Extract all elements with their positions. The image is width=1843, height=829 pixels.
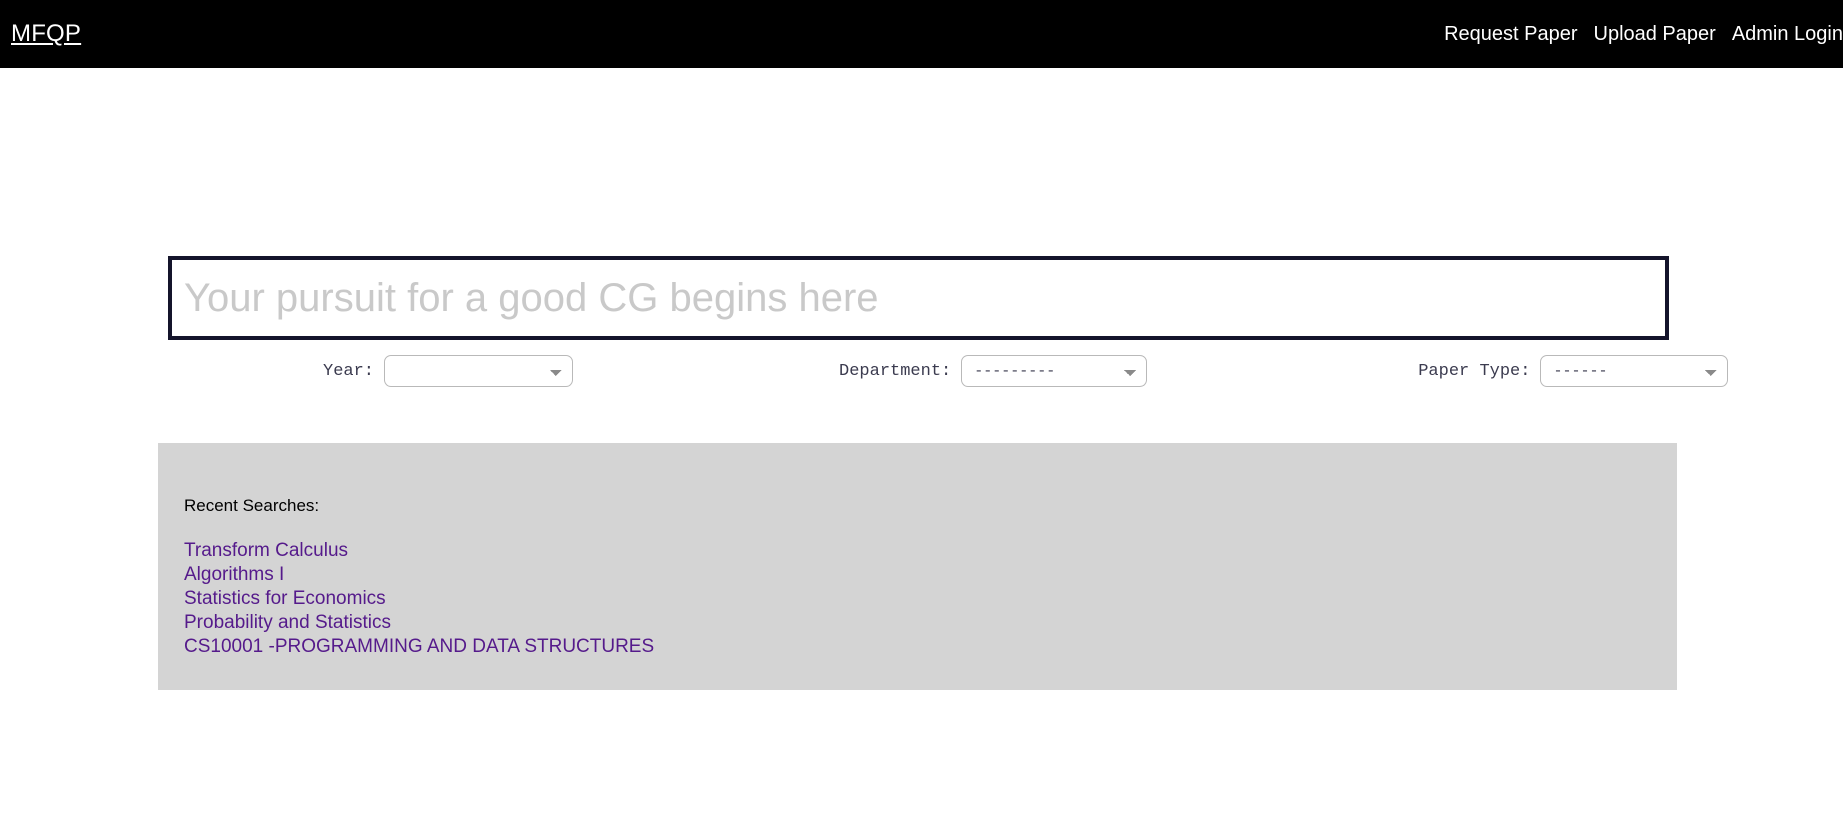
filter-group-paper-type: Paper Type: ------ (1418, 355, 1729, 387)
paper-type-label: Paper Type: (1418, 361, 1531, 381)
filter-row: Year: Department: --------- Paper Type: … (168, 352, 1729, 390)
brand-logo-mfqp[interactable]: MFQP (0, 22, 81, 46)
department-select[interactable]: --------- (961, 355, 1148, 387)
filter-group-department: Department: --------- (839, 355, 1148, 387)
recent-search-link[interactable]: Transform Calculus (184, 539, 348, 563)
recent-search-link[interactable]: Algorithms I (184, 563, 284, 587)
paper-type-select[interactable]: ------ (1540, 355, 1729, 387)
list-item: Transform Calculus (184, 539, 654, 563)
recent-search-link[interactable]: Statistics for Economics (184, 587, 386, 611)
search-box-container (168, 256, 1669, 340)
recent-searches-list: Transform Calculus Algorithms I Statisti… (184, 539, 654, 659)
filter-group-year: Year: (323, 355, 574, 387)
list-item: CS10001 -PROGRAMMING AND DATA STRUCTURES (184, 635, 654, 659)
recent-searches-panel: Recent Searches: Transform Calculus Algo… (158, 443, 1677, 690)
nav-link-admin-login[interactable]: Admin Login (1732, 24, 1843, 44)
navbar-links: Request Paper Upload Paper Admin Login (1444, 24, 1843, 44)
list-item: Probability and Statistics (184, 611, 654, 635)
year-select[interactable] (384, 355, 574, 387)
list-item: Statistics for Economics (184, 587, 654, 611)
nav-link-upload-paper[interactable]: Upload Paper (1594, 24, 1716, 44)
list-item: Algorithms I (184, 563, 654, 587)
search-input[interactable] (172, 260, 1665, 336)
recent-searches-title: Recent Searches: (184, 496, 320, 515)
department-label: Department: (839, 361, 952, 381)
recent-search-link[interactable]: Probability and Statistics (184, 611, 391, 635)
recent-search-link[interactable]: CS10001 -PROGRAMMING AND DATA STRUCTURES (184, 635, 654, 659)
nav-link-request-paper[interactable]: Request Paper (1444, 24, 1577, 44)
top-navbar: MFQP Request Paper Upload Paper Admin Lo… (0, 0, 1843, 68)
year-label: Year: (323, 361, 375, 381)
